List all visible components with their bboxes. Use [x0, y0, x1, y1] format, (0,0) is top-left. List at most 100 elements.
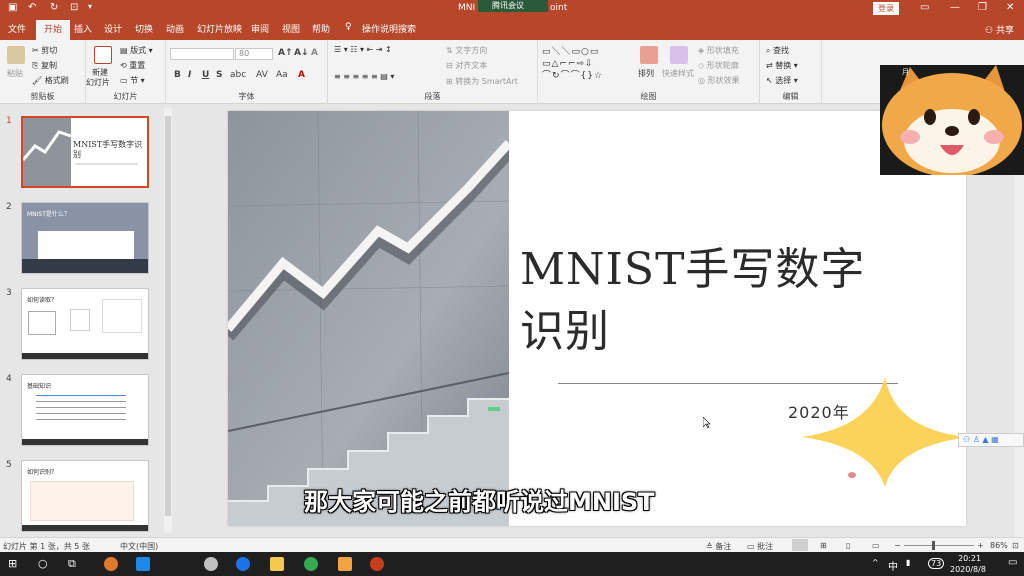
- zoom-in-icon[interactable]: +: [977, 541, 984, 550]
- ime-indicator[interactable]: 中: [888, 558, 898, 573]
- zoom-thumb[interactable]: [932, 541, 935, 550]
- grow-font-icon[interactable]: A↑: [278, 48, 293, 58]
- tab-home[interactable]: 开始: [36, 20, 71, 40]
- slide-thumbnail-1[interactable]: MNIST手写数字识别: [21, 116, 149, 188]
- change-case-button[interactable]: Aa: [276, 70, 288, 80]
- tab-slideshow[interactable]: 幻灯片放映: [197, 22, 242, 35]
- shape-effects-button[interactable]: ◎ 形状效果: [698, 75, 740, 86]
- replace-button[interactable]: ⇄ 替换 ▾: [766, 60, 798, 71]
- arrange-label[interactable]: 排列: [638, 68, 654, 79]
- new-slide-label-2[interactable]: 幻灯片: [86, 77, 110, 88]
- app-icon-blue[interactable]: [136, 557, 150, 571]
- normal-view-icon[interactable]: [792, 539, 808, 551]
- shape-outline-button[interactable]: ◇ 形状轮廓: [698, 60, 739, 71]
- tell-me-search[interactable]: 操作说明搜索: [362, 22, 416, 35]
- spacing-button[interactable]: AV: [256, 70, 268, 80]
- slide-thumbnail-3[interactable]: 如何读取？: [21, 288, 149, 360]
- undo-icon[interactable]: ↶: [28, 2, 36, 13]
- zoom-out-icon[interactable]: −: [894, 541, 901, 550]
- paste-label[interactable]: 粘贴: [7, 68, 23, 79]
- tab-view[interactable]: 视图: [282, 22, 300, 35]
- underline-button[interactable]: U: [202, 70, 209, 80]
- chrome-icon[interactable]: [304, 557, 318, 571]
- shape-fill-button[interactable]: ◈ 形状填充: [698, 45, 739, 56]
- copy-button[interactable]: ⎘ 复制: [32, 60, 57, 71]
- comments-button[interactable]: ▭ 批注: [747, 541, 773, 552]
- powerpoint-taskbar-icon[interactable]: [370, 557, 384, 571]
- tab-help[interactable]: 帮助: [312, 22, 330, 35]
- zoom-level[interactable]: 86%: [990, 541, 1008, 550]
- notes-button[interactable]: ≙ 备注: [706, 541, 731, 552]
- search-app-icon[interactable]: [104, 557, 118, 571]
- tab-file[interactable]: 文件: [8, 22, 26, 35]
- minimize-icon[interactable]: —: [950, 2, 960, 13]
- select-button[interactable]: ↖ 选择 ▾: [766, 75, 798, 86]
- explorer-icon[interactable]: [270, 557, 284, 571]
- tab-animations[interactable]: 动画: [166, 22, 184, 35]
- start-icon[interactable]: ⊞: [8, 557, 17, 570]
- meeting-indicator[interactable]: 腾讯会议: [478, 0, 548, 12]
- section-button[interactable]: ▭ 节 ▾: [120, 75, 145, 86]
- text-direction-button[interactable]: ⇅ 文字方向: [446, 45, 487, 56]
- language[interactable]: 中文(中国): [120, 541, 158, 552]
- layout-button[interactable]: ▤ 版式 ▾: [120, 45, 153, 56]
- slide-thumbnail-2[interactable]: MNIST是什么？: [21, 202, 149, 274]
- font-color-icon[interactable]: A: [298, 70, 305, 80]
- app-icon-orange[interactable]: [338, 557, 352, 571]
- quick-styles-label[interactable]: 快速样式: [662, 68, 694, 79]
- align-text-button[interactable]: ⊟ 对齐文本: [446, 60, 487, 71]
- clock-date[interactable]: 2020/8/8: [950, 565, 986, 574]
- network-icon[interactable]: ▮: [906, 558, 910, 567]
- reading-view-icon[interactable]: ▯: [846, 541, 850, 550]
- shrink-font-icon[interactable]: A↓: [294, 48, 309, 58]
- align-icons[interactable]: ≡ ≡ ≡ ≡ ≡ ▤ ▾: [334, 72, 394, 81]
- notification-icon[interactable]: ▭: [1008, 557, 1017, 568]
- smartart-button[interactable]: ⊞ 转换为 SmartArt: [446, 76, 518, 87]
- reset-button[interactable]: ⟲ 重置: [120, 60, 145, 71]
- find-button[interactable]: ⌕ 查找: [766, 45, 789, 56]
- login-button[interactable]: 登录: [873, 2, 899, 15]
- slide-thumbnail-4[interactable]: 基础知识: [21, 374, 149, 446]
- slide-thumbnail-5[interactable]: 如何识别？: [21, 460, 149, 532]
- app-icon-gray[interactable]: [204, 557, 218, 571]
- font-name-combo[interactable]: [170, 48, 234, 60]
- slide-title[interactable]: MNIST手写数字 识别: [520, 239, 865, 363]
- cortana-icon[interactable]: ○: [38, 557, 48, 570]
- redo-icon[interactable]: ↻: [50, 2, 58, 13]
- tab-design[interactable]: 设计: [104, 22, 122, 35]
- tab-insert[interactable]: 插入: [74, 22, 92, 35]
- font-size-combo[interactable]: 80: [235, 48, 273, 60]
- sorter-view-icon[interactable]: ⊞: [820, 541, 827, 550]
- tray-chevron-icon[interactable]: ^: [872, 558, 879, 567]
- edge-icon[interactable]: [236, 557, 250, 571]
- arrange-icon[interactable]: [640, 46, 658, 64]
- cut-button[interactable]: ✂ 剪切: [32, 45, 57, 56]
- clear-format-icon[interactable]: A: [311, 48, 318, 58]
- ribbon-display-icon[interactable]: ▭: [920, 2, 929, 13]
- toolbar-icons[interactable]: ⚇ ♙ ▲ ▦: [963, 435, 999, 444]
- italic-button[interactable]: I: [188, 70, 191, 80]
- paste-icon[interactable]: [7, 46, 25, 64]
- bullets-icon[interactable]: ☰ ▾ ☷ ▾ ⇤ ⇥ ↕: [334, 45, 392, 54]
- customize-qa-icon[interactable]: ▾: [88, 2, 92, 11]
- quick-styles-icon[interactable]: [670, 46, 688, 64]
- floating-toolbar[interactable]: ⚇ ♙ ▲ ▦: [958, 433, 1024, 447]
- slideshow-view-icon[interactable]: ▭: [872, 541, 880, 550]
- format-painter-button[interactable]: 🖌 格式刷: [32, 75, 69, 86]
- close-icon[interactable]: ✕: [1006, 2, 1014, 13]
- share-button[interactable]: ⚇ 共享: [985, 23, 1014, 36]
- save-icon[interactable]: ▣: [8, 2, 17, 13]
- present-icon[interactable]: ⊡: [70, 2, 78, 13]
- zoom-slider[interactable]: [904, 545, 974, 546]
- bold-button[interactable]: B: [174, 70, 181, 80]
- task-view-icon[interactable]: ⧉: [68, 557, 76, 571]
- shapes-gallery[interactable]: ▭＼＼▭○▭ ▭△⌐⌐⇨⇩ ⌒↻⌒⌒{}☆: [542, 46, 634, 82]
- shadow-button[interactable]: abc: [230, 70, 246, 80]
- fit-slide-icon[interactable]: ⊡: [1012, 541, 1019, 550]
- tab-transitions[interactable]: 切换: [135, 22, 153, 35]
- strike-button[interactable]: S: [216, 70, 222, 80]
- new-slide-icon[interactable]: [94, 46, 112, 64]
- battery-indicator[interactable]: 73: [928, 558, 945, 569]
- tab-review[interactable]: 审阅: [251, 22, 269, 35]
- clock-time[interactable]: 20:21: [958, 554, 981, 563]
